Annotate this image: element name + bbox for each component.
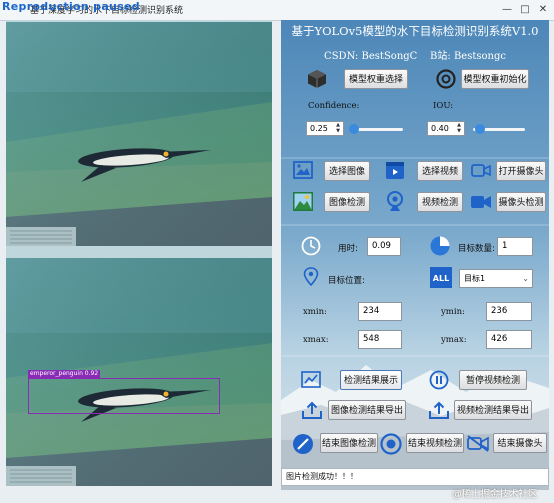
camera-icon (471, 164, 491, 177)
target-count-field[interactable]: 1 (497, 237, 533, 256)
app-window: 基于深度学习的水下目标检测识别系统 Reproduction paused — … (0, 0, 554, 503)
app-header: 基于YOLOv5模型的水下目标检测识别系统V1.0 (291, 24, 539, 38)
recording-overlay-text: Reproduction paused (2, 0, 140, 13)
open-camera-button[interactable]: 打开摄像头 (496, 161, 546, 181)
svg-text:ALL: ALL (433, 274, 449, 283)
select-image-button[interactable]: 选择图像 (324, 161, 370, 181)
ymax-label: ymax: (441, 335, 467, 345)
pause-video-button[interactable]: 暂停视频检测 (459, 370, 527, 390)
ymax-field[interactable]: 426 (486, 330, 532, 349)
ymin-field[interactable]: 236 (486, 302, 532, 321)
csdn-label: CSDN: (324, 51, 359, 62)
target-select-dropdown[interactable]: 目标1 ⌄ (459, 269, 533, 288)
upload-icon (429, 401, 449, 419)
confidence-slider-handle[interactable] (349, 124, 359, 134)
all-icon: ALL (430, 267, 452, 288)
stop-icon (380, 433, 402, 455)
confidence-spinbox[interactable]: 0.25 ▲ ▼ (306, 121, 344, 136)
detection-label: emperor_penguin 0.92 (28, 370, 101, 378)
end-video-detect-button[interactable]: 结束视频检测 (406, 433, 464, 453)
original-image-view (6, 22, 272, 246)
xmax-label: xmax: (303, 335, 329, 345)
time-label: 用时: (338, 244, 358, 254)
select-video-button[interactable]: 选择视频 (417, 161, 463, 181)
xmin-label: xmin: (303, 307, 327, 317)
iou-slider-handle[interactable] (475, 124, 485, 134)
end-camera-button[interactable]: 结束摄像头 (493, 433, 547, 453)
video-camera-icon (471, 196, 491, 208)
status-bar: 图片检测成功！！！ (281, 468, 549, 486)
bilibili-value: Bestsongc (453, 51, 506, 62)
iou-spinbox[interactable]: 0.40 ▲ ▼ (427, 121, 465, 136)
init-weights-button[interactable]: 模型权重初始化 (461, 69, 529, 89)
control-panel: 基于YOLOv5模型的水下目标检测识别系统V1.0 CSDN: BestSong… (281, 20, 549, 490)
xmin-field[interactable]: 234 (358, 302, 402, 321)
iou-value: 0.40 (431, 124, 449, 133)
pie-chart-icon (430, 236, 450, 256)
csdn-value: BestSongC (361, 51, 418, 62)
close-button[interactable]: ✕ (534, 2, 552, 17)
target-select-value: 目标1 (464, 274, 486, 283)
ymin-label: ymin: (441, 307, 465, 317)
image-detect-button[interactable]: 图像检测 (324, 192, 370, 212)
image-display-area: emperor_penguin 0.92 (6, 20, 272, 486)
show-results-button[interactable]: 检测结果展示 (340, 370, 402, 390)
gear-icon (436, 69, 456, 89)
upload-icon (302, 401, 322, 419)
minimize-button[interactable]: — (498, 2, 516, 17)
camera-off-icon (467, 435, 489, 452)
video-detect-button[interactable]: 视频检测 (417, 192, 463, 212)
target-position-label: 目标位置: (328, 276, 365, 286)
chevron-down-icon: ⌄ (522, 274, 529, 283)
line-chart-icon (301, 371, 321, 388)
webcam-icon (387, 191, 403, 211)
image-icon (293, 161, 313, 179)
iou-label: IOU: (433, 101, 454, 111)
pause-icon (429, 370, 449, 390)
cube-icon (308, 70, 326, 88)
maximize-button[interactable]: □ (516, 2, 534, 17)
confidence-value: 0.25 (310, 124, 328, 133)
detection-bounding-box (28, 378, 220, 414)
choose-weights-button[interactable]: 模型权重选择 (344, 69, 408, 89)
author-info: CSDN: BestSongC B站: Bestsongc (281, 47, 549, 62)
confidence-slider[interactable] (349, 124, 403, 134)
stop-image-icon (293, 434, 313, 454)
bilibili-label: B站: (430, 51, 451, 62)
detected-image-view: emperor_penguin 0.92 (6, 258, 272, 486)
spin-arrows-icon[interactable]: ▲ ▼ (334, 122, 342, 135)
iou-slider[interactable] (473, 124, 525, 134)
status-message: 图片检测成功！！！ (286, 472, 358, 481)
spin-arrows-icon[interactable]: ▲ ▼ (455, 122, 463, 135)
target-count-label: 目标数量: (458, 244, 495, 254)
camera-detect-button[interactable]: 摄像头检测 (496, 192, 546, 212)
location-pin-icon (303, 267, 319, 287)
end-image-detect-button[interactable]: 结束图像检测 (320, 433, 378, 453)
landscape-icon (293, 192, 313, 211)
export-video-results-button[interactable]: 视频检测结果导出 (454, 400, 532, 420)
time-field[interactable]: 0.09 (367, 237, 401, 256)
xmax-field[interactable]: 548 (358, 330, 402, 349)
export-image-results-button[interactable]: 图像检测结果导出 (328, 400, 406, 420)
clock-icon (301, 236, 321, 256)
original-penguin-image (6, 22, 272, 246)
title-bar: 基于深度学习的水下目标检测识别系统 Reproduction paused — … (0, 0, 554, 21)
watermark: @稀土掘金技术社区 (452, 489, 538, 500)
confidence-label: Confidence: (308, 101, 360, 111)
video-play-icon (386, 162, 404, 179)
